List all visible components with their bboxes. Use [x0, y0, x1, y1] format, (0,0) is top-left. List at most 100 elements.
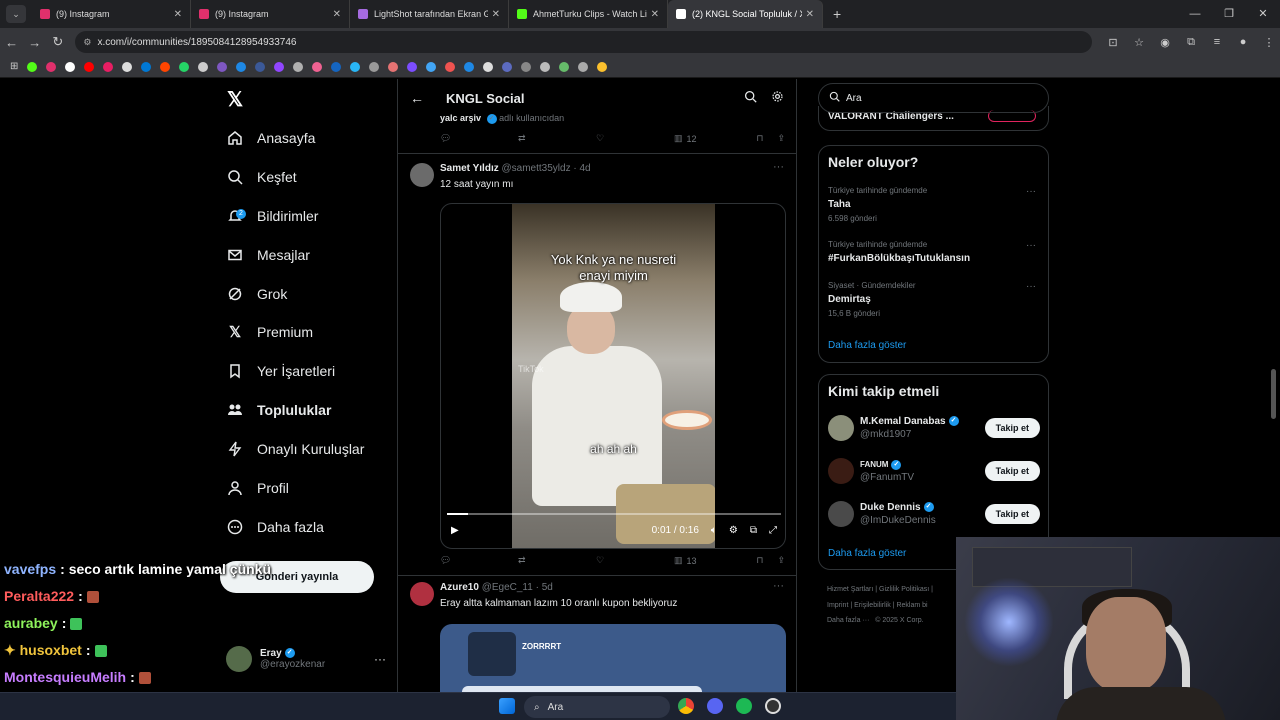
- trend-item[interactable]: Türkiye tarihinde gündemde Taha 6.598 gö…: [828, 186, 1040, 223]
- tab-search-dropdown[interactable]: ⌄: [6, 5, 26, 23]
- retweet-icon[interactable]: ⇄: [518, 555, 596, 566]
- tweet-author[interactable]: Samet Yıldız: [440, 163, 499, 174]
- close-tab-icon[interactable]: ✕: [806, 9, 814, 20]
- menu-icon[interactable]: ⋮: [1258, 36, 1280, 49]
- browser-tab[interactable]: (9) Instagram ✕: [32, 0, 191, 28]
- bookmark-icon[interactable]: [103, 61, 114, 72]
- video-player[interactable]: Yok Knk ya ne nusreti enayi miyim TikTok…: [440, 203, 786, 549]
- bookmark-icon[interactable]: [502, 61, 513, 72]
- search-icon[interactable]: [744, 90, 757, 106]
- bookmark-icon[interactable]: [597, 61, 608, 72]
- close-tab-icon[interactable]: ✕: [651, 9, 659, 20]
- forward-arrow-icon[interactable]: →: [23, 35, 46, 50]
- sidebar-item-messages[interactable]: Mesajlar: [226, 240, 310, 270]
- browser-tab[interactable]: AhmetTurku Clips - Watch Live ✕: [509, 0, 668, 28]
- like-icon[interactable]: ♡: [596, 555, 674, 566]
- trend-item[interactable]: Siyaset · Gündemdekiler Demirtaş 15,6 B …: [828, 281, 1040, 318]
- follow-button[interactable]: Takip et: [984, 504, 1040, 524]
- bookmark-icon[interactable]: [46, 61, 57, 72]
- bookmark-icon[interactable]: [407, 61, 418, 72]
- reading-list-icon[interactable]: ≡: [1206, 36, 1228, 49]
- avatar[interactable]: [828, 501, 854, 527]
- footer-link[interactable]: Gizlilik Politikası: [879, 586, 929, 593]
- sidebar-item-premium[interactable]: 𝕏 Premium: [226, 317, 313, 347]
- volume-icon[interactable]: 🔈︎: [711, 525, 717, 536]
- show-more-link[interactable]: Daha fazla göster: [828, 548, 906, 559]
- play-icon[interactable]: ▶: [451, 525, 459, 536]
- bookmark-icon[interactable]: [27, 61, 38, 72]
- search-input[interactable]: Ara: [818, 83, 1049, 113]
- like-icon[interactable]: ♡: [596, 133, 674, 144]
- discord-icon[interactable]: [707, 698, 723, 714]
- bookmark-icon[interactable]: [331, 61, 342, 72]
- tweet-time[interactable]: 4d: [580, 163, 591, 174]
- follow-suggestion[interactable]: Duke Dennis ✓ @ImDukeDennis Takip et: [828, 499, 1040, 529]
- bookmark-icon[interactable]: [217, 61, 228, 72]
- tweet-image[interactable]: ZORRRRT: [440, 624, 786, 693]
- bookmark-icon[interactable]: [198, 61, 209, 72]
- obs-icon[interactable]: [765, 698, 781, 714]
- sidebar-item-more[interactable]: Daha fazla: [226, 512, 324, 542]
- bookmark-icon[interactable]: [312, 61, 323, 72]
- bookmark-icon[interactable]: [274, 61, 285, 72]
- share-icon[interactable]: ⇪: [777, 555, 785, 566]
- bookmark-icon[interactable]: [350, 61, 361, 72]
- follow-suggestion[interactable]: M.Kemal Danabas ✓ @mkd1907 Takip et: [828, 413, 1040, 443]
- share-icon[interactable]: ⇪: [777, 133, 785, 144]
- apps-grid-icon[interactable]: ⊞: [10, 61, 18, 72]
- spotify-icon[interactable]: [736, 698, 752, 714]
- bookmark-icon[interactable]: ⊓: [756, 555, 763, 566]
- extension-icon[interactable]: ◉: [1154, 36, 1176, 49]
- new-tab-icon[interactable]: +: [833, 6, 841, 22]
- bookmark-icon[interactable]: [388, 61, 399, 72]
- footer-link[interactable]: Hizmet Şartları: [827, 586, 873, 593]
- avatar[interactable]: [828, 415, 854, 441]
- more-dots-icon[interactable]: ···: [1026, 186, 1036, 197]
- taskbar-search-input[interactable]: ⌕ Ara: [524, 696, 670, 718]
- browser-tab-active[interactable]: (2) KNGL Social Topluluk / X ✕: [668, 0, 823, 28]
- bookmark-icon[interactable]: [255, 61, 266, 72]
- sidebar-item-verified-orgs[interactable]: Onaylı Kuruluşlar: [226, 434, 364, 464]
- bookmark-icon[interactable]: [521, 61, 532, 72]
- tweet-author[interactable]: Azure10: [440, 582, 479, 593]
- bookmark-icon[interactable]: [540, 61, 551, 72]
- bookmark-icon[interactable]: [141, 61, 152, 72]
- bookmark-icon[interactable]: [293, 61, 304, 72]
- bookmark-icon[interactable]: [445, 61, 456, 72]
- more-dots-icon[interactable]: ···: [1026, 281, 1036, 292]
- sidebar-item-communities[interactable]: Topluluklar: [226, 395, 331, 425]
- reply-icon[interactable]: 💬︎: [440, 133, 518, 144]
- sidebar-item-bookmarks[interactable]: Yer İşaretleri: [226, 356, 335, 386]
- more-dots-icon[interactable]: ···: [773, 580, 784, 592]
- tweet-handle[interactable]: @EgeC_11: [482, 582, 533, 593]
- avatar[interactable]: [828, 458, 854, 484]
- bookmark-icon[interactable]: [84, 61, 95, 72]
- bookmark-icon[interactable]: [483, 61, 494, 72]
- reload-icon[interactable]: ↻: [46, 34, 69, 50]
- browser-tab[interactable]: LightShot tarafından Ekran Görü✕: [350, 0, 509, 28]
- trend-item[interactable]: Türkiye tarihinde gündemde #FurkanBölükb…: [828, 240, 1040, 264]
- show-more-link[interactable]: Daha fazla göster: [828, 340, 906, 351]
- reply-icon[interactable]: 💬︎: [440, 555, 518, 566]
- more-dots-icon[interactable]: ···: [1026, 240, 1036, 251]
- puzzle-icon[interactable]: ⧉: [1180, 36, 1202, 49]
- views-stat[interactable]: ▥ 13: [674, 555, 752, 566]
- bookmark-icon[interactable]: [464, 61, 475, 72]
- sidebar-item-grok[interactable]: Grok: [226, 279, 287, 309]
- back-arrow-icon[interactable]: ←: [410, 90, 446, 106]
- bookmark-star-icon[interactable]: ☆: [1128, 36, 1150, 49]
- tweet-time[interactable]: 5d: [542, 582, 553, 593]
- page-scrollbar[interactable]: [1271, 369, 1276, 419]
- sidebar-item-notifications[interactable]: 2 Bildirimler: [226, 201, 318, 231]
- close-tab-icon[interactable]: ✕: [492, 9, 500, 20]
- back-arrow-icon[interactable]: ←: [0, 35, 23, 50]
- avatar[interactable]: [410, 582, 434, 606]
- avatar[interactable]: [410, 163, 434, 187]
- footer-link[interactable]: Reklam bi: [896, 602, 927, 609]
- retweet-icon[interactable]: ⇄: [518, 133, 596, 144]
- bookmark-icon[interactable]: [578, 61, 589, 72]
- close-tab-icon[interactable]: ✕: [333, 9, 341, 20]
- account-switcher[interactable]: Eray ✓ @erayozkenar ···: [226, 641, 386, 677]
- address-bar[interactable]: ⚙ x.com/i/communities/1895084128954933746: [75, 31, 1093, 53]
- bookmark-icon[interactable]: [426, 61, 437, 72]
